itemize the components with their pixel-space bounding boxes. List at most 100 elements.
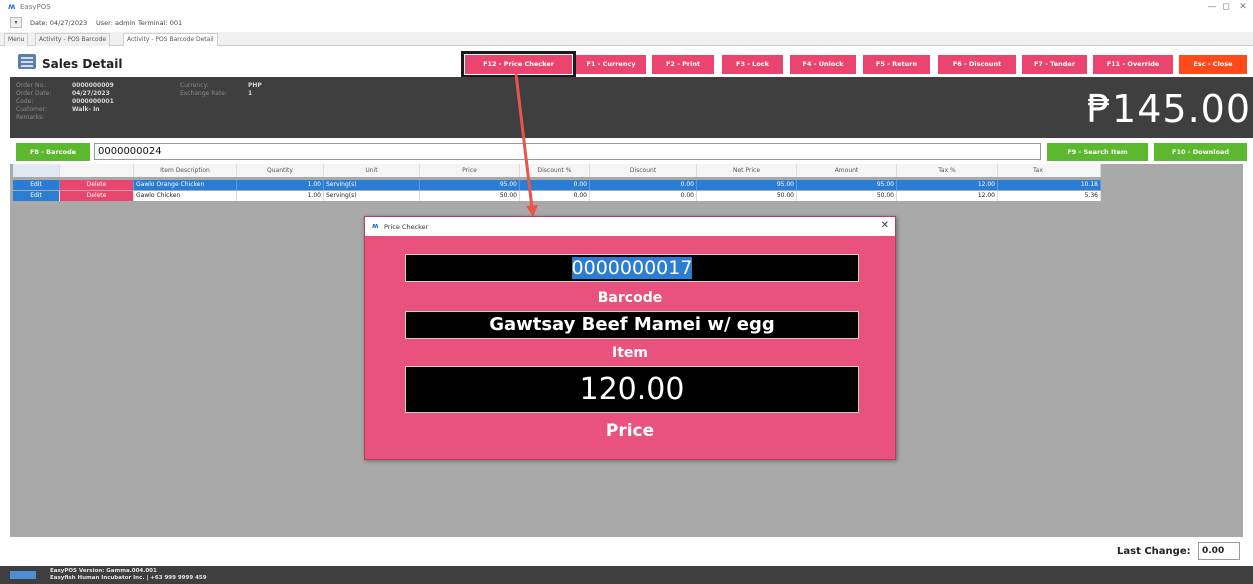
table-row[interactable]: Edit Delete Gawlo Orange Chicken 1.00 Se…	[13, 180, 1101, 190]
return-button[interactable]: F5 - Return	[863, 55, 930, 74]
system-menu-button[interactable]: ▾	[10, 17, 22, 28]
order-info-panel: Order No.: 0000000009 Order Date: 04/27/…	[10, 77, 1253, 138]
col-header-tax[interactable]: Tax	[998, 164, 1101, 177]
order-date-value: 04/27/2023	[72, 90, 110, 97]
override-button[interactable]: F11 - Override	[1093, 55, 1173, 74]
version-text: EasyPOS Version: Gamma.004.001	[50, 568, 157, 574]
status-bar: EasyPOS Version: Gamma.004.001 Easyfish …	[0, 566, 1253, 584]
customer-label: Customer:	[16, 106, 48, 113]
col-header-quantity[interactable]: Quantity	[237, 164, 324, 177]
customer-value: Walk- In	[72, 106, 100, 113]
col-header-unit[interactable]: Unit	[324, 164, 420, 177]
session-user: User: admin	[96, 19, 136, 27]
unlock-button[interactable]: F4 - Unlock	[790, 55, 856, 74]
cell-amount: 95.00	[797, 180, 897, 190]
currency-button[interactable]: F1 - Currency	[576, 55, 646, 74]
delete-button[interactable]: Delete	[60, 180, 134, 190]
price-checker-dialog: ʍ Price Checker ✕ 0000000017 Barcode Gaw…	[364, 216, 896, 460]
barcode-field-value: 0000000017	[571, 257, 693, 279]
session-infobar: ▾ Date: 04/27/2023 User: admin Terminal:…	[0, 14, 1253, 32]
window-titlebar: ʍ EasyPOS — ◻ ✕	[0, 0, 1253, 14]
tab-pos-barcode[interactable]: Activity - POS Barcode	[35, 33, 111, 46]
window-close-button[interactable]: ✕	[1236, 2, 1250, 12]
last-change-label: Last Change:	[1117, 546, 1191, 557]
page-title: Sales Detail	[42, 57, 123, 71]
code-label: Code:	[16, 98, 34, 105]
cell-quantity: 1.00	[237, 180, 324, 190]
grid-header-spacer	[60, 164, 134, 177]
cell-amount: 50.00	[797, 191, 897, 201]
cell-tax-pct: 12.00	[897, 180, 998, 190]
col-header-discount-pct[interactable]: Discount %	[520, 164, 590, 177]
cell-net-price: 50.00	[697, 191, 797, 201]
minimize-button[interactable]: —	[1205, 2, 1219, 12]
cell-tax: 5.36	[998, 191, 1101, 201]
price-label: Price	[605, 421, 655, 441]
company-logo	[10, 571, 36, 579]
dialog-close-button[interactable]: ✕	[881, 220, 889, 231]
dialog-title: Price Checker	[384, 223, 429, 231]
cell-tax-pct: 12.00	[897, 191, 998, 201]
download-button[interactable]: F10 - Download	[1154, 143, 1247, 161]
cell-discount: 0.00	[590, 180, 697, 190]
tab-menu[interactable]: Menu	[4, 33, 29, 46]
col-header-price[interactable]: Price	[420, 164, 520, 177]
edit-button[interactable]: Edit	[13, 191, 60, 201]
col-header-tax-pct[interactable]: Tax %	[897, 164, 998, 177]
app-logo-icon: ʍ	[8, 2, 16, 11]
cell-discount: 0.00	[590, 191, 697, 201]
order-date-label: Order Date:	[16, 90, 52, 97]
col-header-item[interactable]: Item Description	[134, 164, 237, 177]
tab-bar: Menu Activity - POS Barcode Activity - P…	[0, 32, 1253, 46]
price-checker-button[interactable]: F12 - Price Checker	[461, 51, 576, 78]
session-date: Date: 04/27/2023	[30, 19, 88, 27]
edit-button[interactable]: Edit	[13, 180, 60, 190]
app-logo-icon: ʍ	[372, 222, 379, 230]
cell-discount-pct: 0.00	[520, 191, 590, 201]
cell-price: 50.00	[420, 191, 520, 201]
cell-item: Gawlo Orange Chicken	[134, 180, 237, 190]
order-no-label: Order No.:	[16, 82, 47, 89]
cell-unit: Serving(s)	[324, 191, 420, 201]
currency-value: PHP	[248, 82, 262, 89]
maximize-button[interactable]: ◻	[1219, 2, 1233, 12]
cell-discount-pct: 0.00	[520, 180, 590, 190]
last-change-value: 0.00	[1198, 542, 1240, 560]
col-header-discount[interactable]: Discount	[590, 164, 697, 177]
currency-label: Currency:	[180, 82, 209, 89]
dialog-titlebar: ʍ Price Checker ✕	[365, 217, 895, 236]
exchange-rate-value: 1	[248, 90, 253, 97]
search-item-button[interactable]: F9 - Search Item	[1047, 143, 1148, 161]
grid-header: Item Description Quantity Unit Price Dis…	[13, 164, 1101, 177]
sales-detail-icon	[18, 54, 36, 69]
session-terminal: Terminal: 001	[138, 19, 183, 27]
order-no-value: 0000000009	[72, 82, 114, 89]
esc-close-button[interactable]: Esc - Close	[1179, 55, 1247, 74]
barcode-input[interactable]: 0000000024	[94, 143, 1041, 160]
code-value: 0000000001	[72, 98, 114, 105]
cell-unit: Serving(s)	[324, 180, 420, 190]
discount-button[interactable]: F6 - Discount	[938, 55, 1016, 74]
tender-button[interactable]: F7 - Tender	[1022, 55, 1087, 74]
order-total: ₱145.00	[1086, 87, 1251, 131]
cell-tax: 10.18	[998, 180, 1101, 190]
grid-header-corner	[13, 164, 60, 177]
barcode-label: Barcode	[597, 290, 663, 306]
tab-pos-barcode-detail[interactable]: Activity - POS Barcode Detail	[123, 33, 218, 46]
col-header-net-price[interactable]: Net Price	[697, 164, 797, 177]
col-header-amount[interactable]: Amount	[797, 164, 897, 177]
delete-button[interactable]: Delete	[60, 191, 134, 201]
cell-net-price: 95.00	[697, 180, 797, 190]
company-text: Easyfish Human Incubator Inc. | +63 999 …	[50, 575, 207, 581]
item-field: Gawtsay Beef Mamei w/ egg	[405, 311, 859, 339]
barcode-button[interactable]: F8 - Barcode	[16, 143, 90, 161]
table-row[interactable]: Edit Delete Gawlo Chicken 1.00 Serving(s…	[13, 191, 1101, 201]
last-change-bar: Last Change: 0.00	[0, 538, 1253, 565]
barcode-field[interactable]: 0000000017	[405, 254, 859, 282]
lock-button[interactable]: F3 - Lock	[722, 55, 783, 74]
print-button[interactable]: F2 - Print	[652, 55, 714, 74]
remarks-label: Remarks:	[16, 114, 45, 121]
exchange-rate-label: Exchange Rate:	[180, 90, 228, 97]
cell-price: 95.00	[420, 180, 520, 190]
price-field: 120.00	[405, 366, 859, 413]
